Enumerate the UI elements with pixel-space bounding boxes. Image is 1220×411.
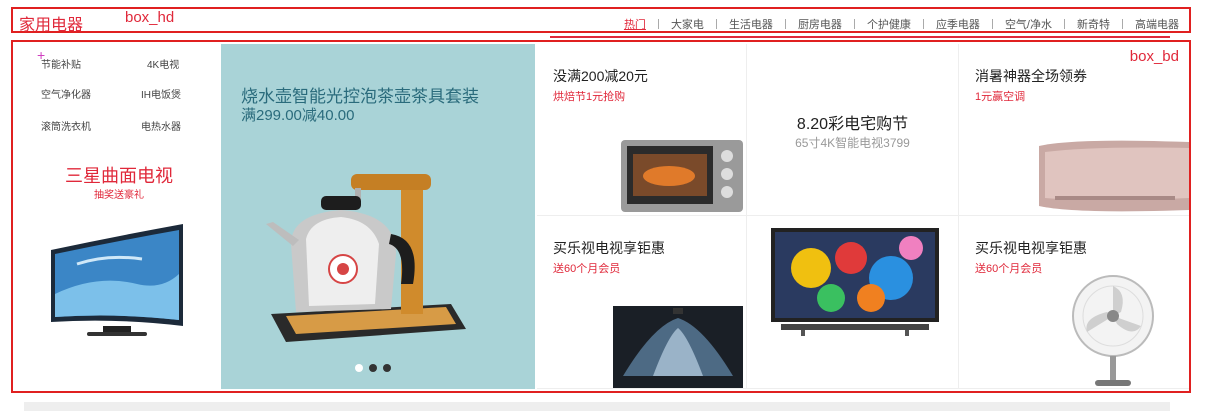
category-link[interactable]: 节能补贴 bbox=[41, 56, 81, 71]
tab-personal-care[interactable]: 个护健康 bbox=[867, 16, 911, 32]
curved-tv-image[interactable] bbox=[47, 214, 187, 354]
box-hd-label: box_hd bbox=[125, 9, 175, 26]
tv-image bbox=[771, 228, 939, 336]
air-conditioner-image bbox=[1039, 140, 1189, 212]
tile-subtitle: 1元赢空调 bbox=[975, 91, 1026, 103]
tab-separator bbox=[1064, 19, 1065, 29]
tab-major-appliances[interactable]: 大家电 bbox=[671, 16, 704, 32]
tab-separator bbox=[657, 19, 659, 29]
left-column: 节能补贴 4K电视 空气净化器 IH电饭煲 滚筒洗衣机 电热水器 + 三星曲面电… bbox=[19, 44, 219, 389]
tv-image bbox=[613, 306, 743, 388]
kettle-image[interactable] bbox=[251, 144, 481, 354]
tab-separator bbox=[922, 19, 924, 29]
carousel-dot[interactable] bbox=[383, 364, 391, 372]
tile-title: 没满200减20元 bbox=[553, 68, 648, 84]
category-tabs: 热门 大家电 生活电器 厨房电器 个护健康 应季电器 空气/净水 新奇特 高端电… bbox=[624, 16, 1179, 32]
floor-body: 节能补贴 4K电视 空气净化器 IH电饭煲 滚筒洗衣机 电热水器 + 三星曲面电… bbox=[11, 40, 1191, 393]
tab-novelty[interactable]: 新奇特 bbox=[1077, 16, 1110, 32]
tile-title: 消暑神器全场领券 bbox=[975, 68, 1087, 84]
tab-seasonal[interactable]: 应季电器 bbox=[936, 16, 980, 32]
oven-image bbox=[621, 140, 743, 212]
promo-tile-tv-festival[interactable]: 8.20彩电宅购节 65寸4K智能电视3799 bbox=[747, 44, 959, 216]
tab-separator bbox=[991, 19, 993, 29]
category-link[interactable]: IH电饭煲 bbox=[141, 86, 181, 101]
tile-title: 买乐视电视享钜惠 bbox=[553, 240, 665, 256]
box-bd-label: box_bd bbox=[1129, 48, 1179, 65]
carousel-subtitle: 满299.00减40.00 bbox=[241, 107, 355, 124]
header-underline bbox=[550, 36, 1170, 38]
carousel-dot[interactable] bbox=[369, 364, 377, 372]
tile-subtitle: 送60个月会员 bbox=[553, 263, 621, 275]
tile-title: 8.20彩电宅购节 bbox=[796, 116, 909, 133]
tab-separator bbox=[715, 19, 717, 29]
tile-subtitle: 烘焙节1元抢购 bbox=[553, 91, 626, 103]
tab-air-water[interactable]: 空气/净水 bbox=[1005, 16, 1052, 32]
tab-hot[interactable]: 热门 bbox=[624, 16, 646, 32]
category-link[interactable]: 空气净化器 bbox=[41, 86, 91, 101]
promo-tile-letv[interactable]: 买乐视电视享钜惠 送60个月会员 bbox=[537, 216, 747, 389]
tab-living-appliances[interactable]: 生活电器 bbox=[729, 16, 773, 32]
carousel-dot[interactable] bbox=[355, 364, 363, 372]
promo-title[interactable]: 三星曲面电视 bbox=[19, 162, 219, 188]
tab-separator bbox=[853, 19, 855, 29]
tile-subtitle: 65寸4K智能电视3799 bbox=[795, 136, 910, 150]
tile-title: 买乐视电视享钜惠 bbox=[975, 240, 1087, 256]
promo-tile-paint-tv[interactable] bbox=[747, 216, 959, 389]
tab-high-end[interactable]: 高端电器 bbox=[1135, 16, 1179, 32]
tab-kitchen-appliances[interactable]: 厨房电器 bbox=[798, 16, 842, 32]
tile-subtitle: 送60个月会员 bbox=[975, 263, 1043, 275]
tab-separator bbox=[784, 19, 786, 29]
tab-separator bbox=[1122, 19, 1123, 29]
promo-tile-aircon[interactable]: 消暑神器全场领券 1元赢空调 bbox=[959, 44, 1189, 216]
promo-tile-fan[interactable]: 买乐视电视享钜惠 送60个月会员 bbox=[959, 216, 1189, 389]
category-link[interactable]: 4K电视 bbox=[147, 56, 179, 71]
category-link[interactable]: 电热水器 bbox=[141, 118, 181, 133]
promo-tile-oven[interactable]: 没满200减20元 烘焙节1元抢购 bbox=[537, 44, 747, 216]
carousel-banner[interactable]: 烧水壶智能光控泡茶壶茶具套装 满299.00减40.00 bbox=[221, 44, 535, 389]
floor-header: 家用电器 box_hd 热门 大家电 生活电器 厨房电器 个护健康 应季电器 空… bbox=[11, 7, 1191, 35]
carousel-dots bbox=[355, 364, 391, 372]
next-floor-strip bbox=[24, 402, 1170, 411]
floor-title[interactable]: 家用电器 bbox=[19, 11, 83, 35]
fan-image bbox=[1072, 275, 1154, 386]
promo-subtitle[interactable]: 抽奖送豪礼 bbox=[19, 186, 219, 201]
category-link[interactable]: 滚筒洗衣机 bbox=[41, 118, 91, 133]
cursor-crosshair-icon: + bbox=[37, 47, 46, 63]
